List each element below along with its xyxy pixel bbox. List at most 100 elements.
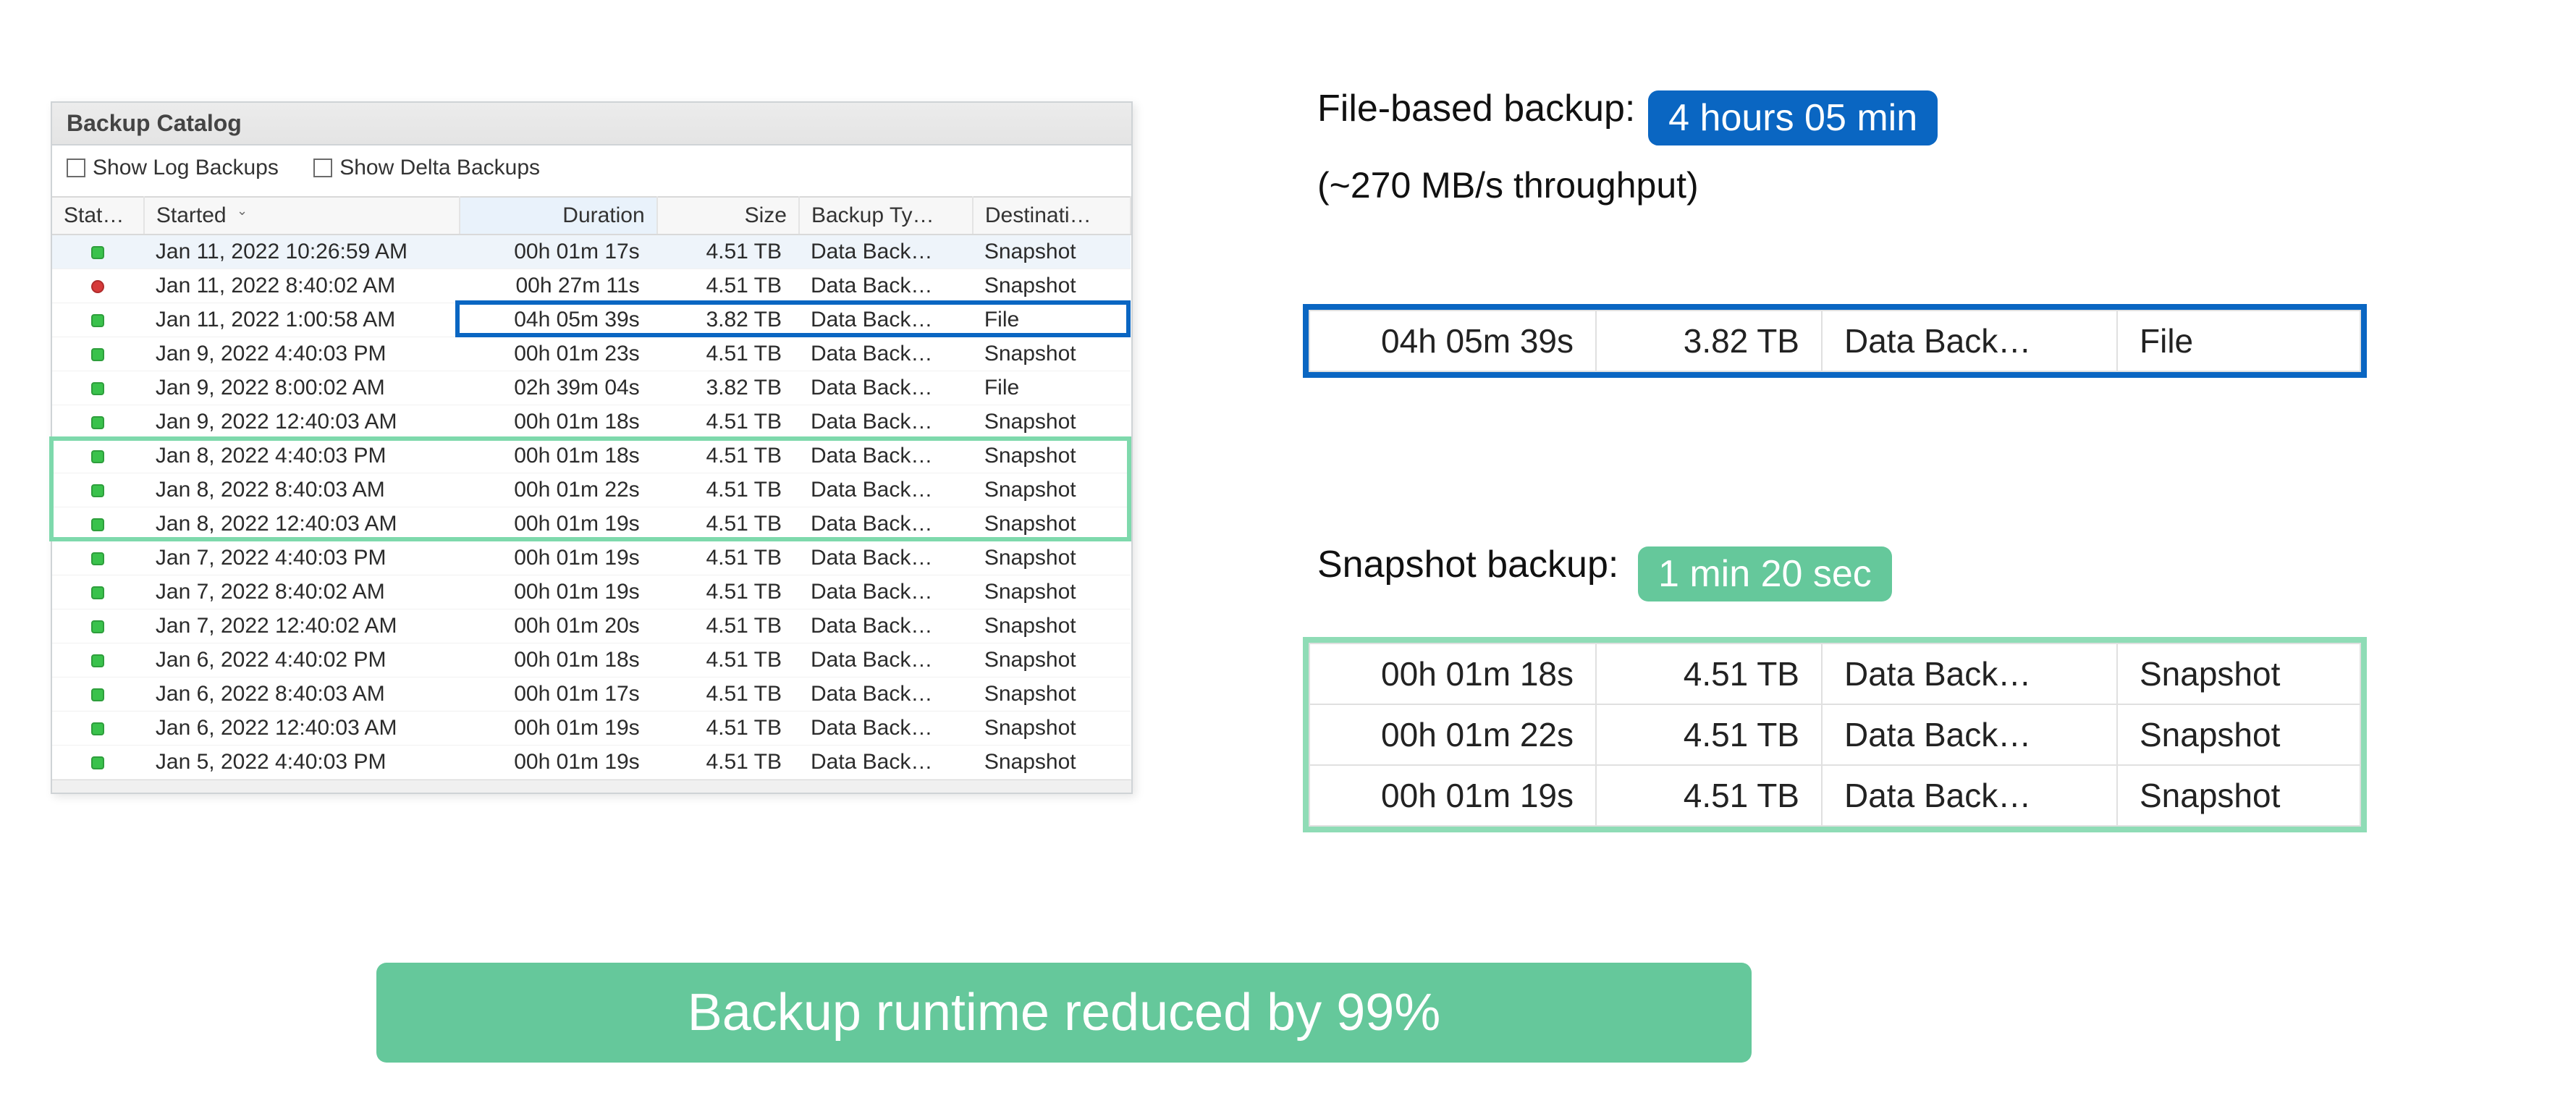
table-row[interactable]: Jan 9, 2022 8:00:02 AM02h 39m 04s3.82 TB… — [52, 371, 1131, 405]
table-row[interactable]: Jan 11, 2022 8:40:02 AM00h 27m 11s4.51 T… — [52, 269, 1131, 303]
type-cell: Data Back… — [799, 677, 973, 712]
backup-catalog-table[interactable]: Stat… Started ⌄ Duration Size Backup Ty…… — [52, 196, 1131, 780]
status-cell — [52, 473, 144, 507]
table-row: 00h 01m 22s4.51 TBData Back…Snapshot — [1309, 704, 2360, 765]
type-cell: Data Back… — [1822, 704, 2117, 765]
duration-cell: 00h 01m 18s — [1309, 643, 1596, 704]
duration-cell: 00h 27m 11s — [460, 269, 657, 303]
size-cell: 4.51 TB — [1596, 765, 1822, 826]
status-cell — [52, 235, 144, 269]
col-destination[interactable]: Destinati… — [973, 197, 1131, 235]
status-cell — [52, 609, 144, 643]
table-row[interactable]: Jan 8, 2022 8:40:03 AM00h 01m 22s4.51 TB… — [52, 473, 1131, 507]
duration-cell: 00h 01m 18s — [460, 643, 657, 677]
duration-cell: 00h 01m 19s — [460, 712, 657, 746]
size-cell: 4.51 TB — [657, 269, 799, 303]
table-row[interactable]: Jan 6, 2022 8:40:03 AM00h 01m 17s4.51 TB… — [52, 677, 1131, 712]
col-duration[interactable]: Duration — [460, 197, 657, 235]
started-cell: Jan 9, 2022 12:40:03 AM — [144, 405, 460, 439]
snapshot-backup-annotation: Snapshot backup: 1 min 20 sec — [1317, 543, 1892, 601]
status-cell — [52, 507, 144, 541]
destination-cell: Snapshot — [2117, 704, 2360, 765]
type-cell: Data Back… — [799, 269, 973, 303]
started-cell: Jan 7, 2022 12:40:02 AM — [144, 609, 460, 643]
checkbox-box-icon — [67, 159, 85, 177]
file-backup-zoom-table: 04h 05m 39s3.82 TBData Back…File — [1309, 310, 2361, 372]
table-row[interactable]: Jan 11, 2022 10:26:59 AM00h 01m 17s4.51 … — [52, 235, 1131, 269]
show-log-backups-label: Show Log Backups — [93, 156, 279, 180]
file-backup-label: File-based backup: — [1317, 88, 1635, 130]
duration-cell: 02h 39m 04s — [460, 371, 657, 405]
type-cell: Data Back… — [799, 303, 973, 337]
table-row[interactable]: Jan 9, 2022 4:40:03 PM00h 01m 23s4.51 TB… — [52, 337, 1131, 371]
destination-cell: Snapshot — [973, 337, 1131, 371]
table-row[interactable]: Jan 7, 2022 8:40:02 AM00h 01m 19s4.51 TB… — [52, 575, 1131, 609]
status-ok-icon — [91, 484, 104, 497]
type-cell: Data Back… — [799, 712, 973, 746]
started-cell: Jan 8, 2022 12:40:03 AM — [144, 507, 460, 541]
status-cell — [52, 405, 144, 439]
status-cell — [52, 746, 144, 780]
table-header-row: Stat… Started ⌄ Duration Size Backup Ty…… — [52, 197, 1131, 235]
type-cell: Data Back… — [799, 235, 973, 269]
file-backup-throughput: (~270 MB/s throughput) — [1317, 164, 1938, 206]
size-cell: 4.51 TB — [657, 643, 799, 677]
duration-cell: 00h 01m 19s — [460, 541, 657, 575]
table-row: 00h 01m 18s4.51 TBData Back…Snapshot — [1309, 643, 2360, 704]
started-cell: Jan 6, 2022 12:40:03 AM — [144, 712, 460, 746]
type-cell: Data Back… — [799, 507, 973, 541]
table-row[interactable]: Jan 7, 2022 4:40:03 PM00h 01m 19s4.51 TB… — [52, 541, 1131, 575]
checkbox-box-icon — [313, 159, 332, 177]
duration-cell: 00h 01m 22s — [460, 473, 657, 507]
started-cell: Jan 6, 2022 4:40:02 PM — [144, 643, 460, 677]
duration-cell: 00h 01m 18s — [460, 405, 657, 439]
size-cell: 4.51 TB — [657, 575, 799, 609]
started-cell: Jan 9, 2022 4:40:03 PM — [144, 337, 460, 371]
status-ok-icon — [91, 382, 104, 395]
col-size[interactable]: Size — [657, 197, 799, 235]
col-backup-type[interactable]: Backup Ty… — [799, 197, 973, 235]
type-cell: Data Back… — [799, 405, 973, 439]
table-row[interactable]: Jan 8, 2022 12:40:03 AM00h 01m 19s4.51 T… — [52, 507, 1131, 541]
duration-cell: 00h 01m 18s — [460, 439, 657, 473]
type-cell: Data Back… — [1822, 765, 2117, 826]
col-status[interactable]: Stat… — [52, 197, 144, 235]
col-started[interactable]: Started ⌄ — [144, 197, 460, 235]
status-ok-icon — [91, 348, 104, 361]
table-row[interactable]: Jan 6, 2022 12:40:03 AM00h 01m 19s4.51 T… — [52, 712, 1131, 746]
duration-cell: 04h 05m 39s — [460, 303, 657, 337]
horizontal-scrollbar[interactable] — [52, 780, 1131, 793]
show-delta-backups-checkbox[interactable]: Show Delta Backups — [313, 156, 540, 180]
file-backup-badge: 4 hours 05 min — [1648, 90, 1938, 145]
destination-cell: File — [973, 303, 1131, 337]
destination-cell: File — [2117, 311, 2360, 371]
started-cell: Jan 8, 2022 8:40:03 AM — [144, 473, 460, 507]
backup-catalog-title: Backup Catalog — [52, 103, 1131, 145]
filter-bar: Show Log Backups Show Delta Backups — [52, 145, 1131, 196]
status-ok-icon — [91, 586, 104, 599]
status-ok-icon — [91, 314, 104, 327]
summary-banner: Backup runtime reduced by 99% — [376, 963, 1752, 1063]
size-cell: 4.51 TB — [1596, 704, 1822, 765]
size-cell: 4.51 TB — [657, 439, 799, 473]
status-cell — [52, 541, 144, 575]
type-cell: Data Back… — [799, 541, 973, 575]
duration-cell: 00h 01m 20s — [460, 609, 657, 643]
duration-cell: 04h 05m 39s — [1309, 311, 1596, 371]
show-log-backups-checkbox[interactable]: Show Log Backups — [67, 156, 279, 180]
started-cell: Jan 6, 2022 8:40:03 AM — [144, 677, 460, 712]
type-cell: Data Back… — [799, 609, 973, 643]
status-cell — [52, 643, 144, 677]
table-row[interactable]: Jan 7, 2022 12:40:02 AM00h 01m 20s4.51 T… — [52, 609, 1131, 643]
col-started-label: Started — [156, 203, 227, 227]
size-cell: 4.51 TB — [657, 746, 799, 780]
table-row[interactable]: Jan 9, 2022 12:40:03 AM00h 01m 18s4.51 T… — [52, 405, 1131, 439]
table-row[interactable]: Jan 11, 2022 1:00:58 AM04h 05m 39s3.82 T… — [52, 303, 1131, 337]
table-row[interactable]: Jan 8, 2022 4:40:03 PM00h 01m 18s4.51 TB… — [52, 439, 1131, 473]
size-cell: 4.51 TB — [657, 541, 799, 575]
table-row[interactable]: Jan 6, 2022 4:40:02 PM00h 01m 18s4.51 TB… — [52, 643, 1131, 677]
duration-cell: 00h 01m 22s — [1309, 704, 1596, 765]
type-cell: Data Back… — [1822, 311, 2117, 371]
status-ok-icon — [91, 654, 104, 667]
table-row[interactable]: Jan 5, 2022 4:40:03 PM00h 01m 19s4.51 TB… — [52, 746, 1131, 780]
